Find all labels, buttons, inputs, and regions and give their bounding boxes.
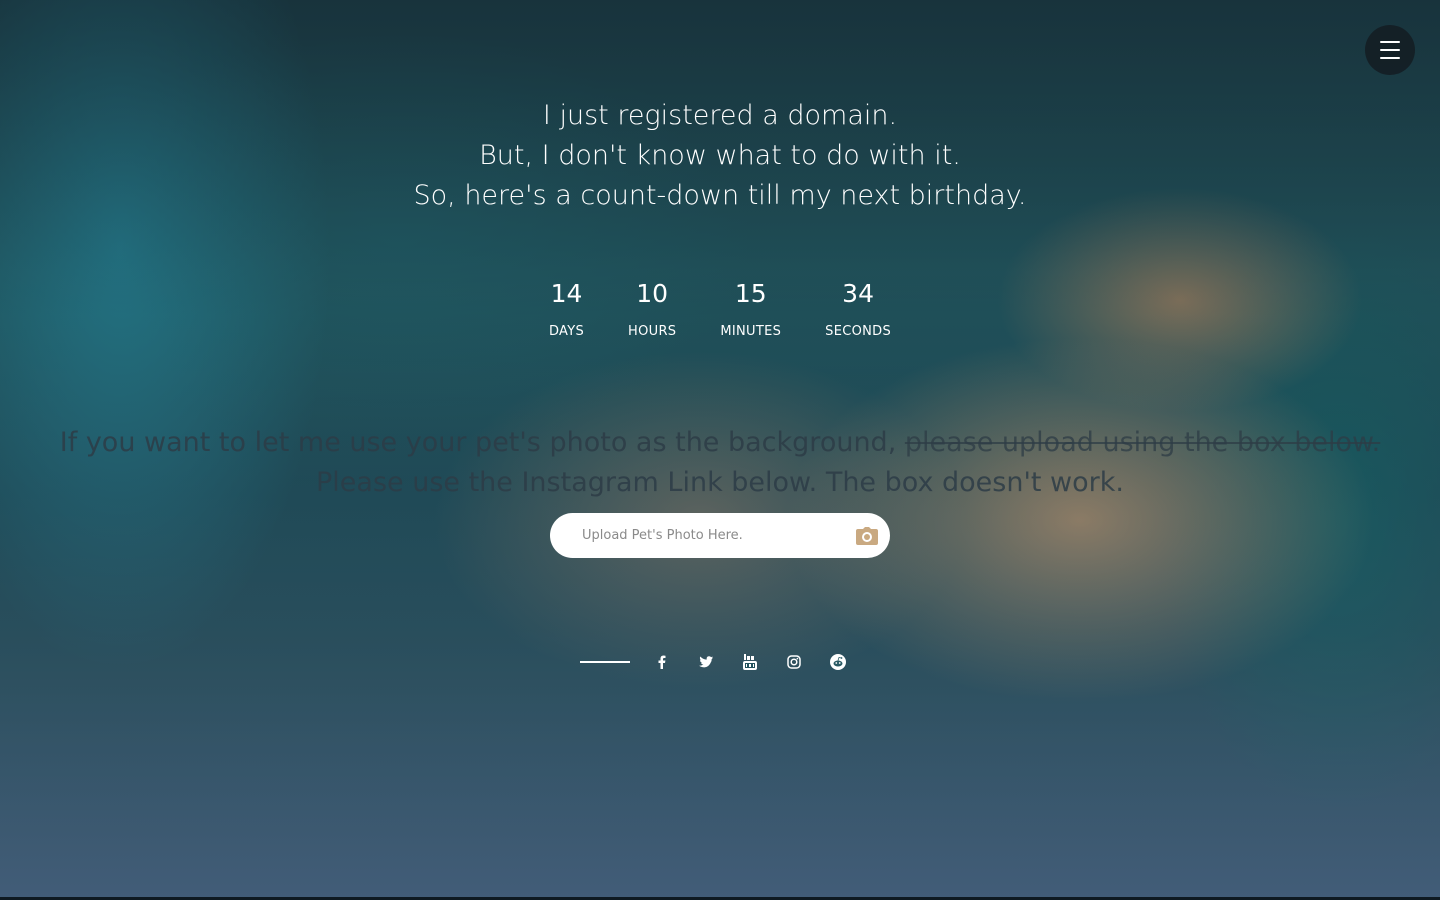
countdown-minutes: 15 MINUTES: [720, 278, 781, 340]
intro-line-3: So, here's a count-down till my next bir…: [413, 180, 1027, 211]
days-label: DAYS: [548, 324, 585, 339]
minutes-value: 15: [734, 279, 767, 308]
hamburger-menu-icon: [1380, 41, 1400, 59]
social-links: [580, 650, 870, 674]
instagram-icon[interactable]: [782, 650, 806, 674]
intro-text: I just registered a domain. But, I don't…: [0, 96, 1440, 216]
twitter-icon[interactable]: [694, 650, 718, 674]
social-divider: [580, 661, 630, 663]
hours-value: 10: [636, 279, 669, 308]
page: I just registered a domain. But, I don't…: [0, 0, 1440, 900]
seconds-value: 34: [842, 279, 874, 308]
pet-photo-message: If you want to let me use your pet's pho…: [0, 423, 1440, 503]
camera-icon[interactable]: [856, 526, 878, 545]
minutes-label: MINUTES: [720, 324, 782, 339]
intro-line-1: I just registered a domain.: [542, 100, 898, 131]
seconds-label: SECONDS: [825, 324, 892, 339]
reddit-icon[interactable]: [826, 650, 850, 674]
countdown-days: 14 DAYS: [549, 278, 584, 340]
countdown-seconds: 34 SECONDS: [825, 278, 891, 340]
pet-message-struck: please upload using the box below.: [904, 427, 1381, 458]
menu-button[interactable]: [1365, 25, 1415, 75]
upload-box: [550, 513, 890, 558]
pet-message-line-1: If you want to let me use your pet's pho…: [0, 423, 1440, 463]
intro-line-2: But, I don't know what to do with it.: [479, 140, 961, 171]
countdown: 14 DAYS 10 HOURS 15 MINUTES 34 SECONDS: [0, 278, 1440, 340]
youtube-icon[interactable]: [738, 650, 762, 674]
facebook-icon[interactable]: [650, 650, 674, 674]
days-value: 14: [550, 279, 583, 308]
upload-photo-input[interactable]: [580, 527, 856, 544]
countdown-hours: 10 HOURS: [628, 278, 676, 340]
hours-label: HOURS: [628, 324, 677, 339]
pet-message-line-2: Please use the Instagram Link below. The…: [316, 467, 1124, 498]
pet-message-plain: If you want to let me use your pet's pho…: [59, 427, 905, 458]
